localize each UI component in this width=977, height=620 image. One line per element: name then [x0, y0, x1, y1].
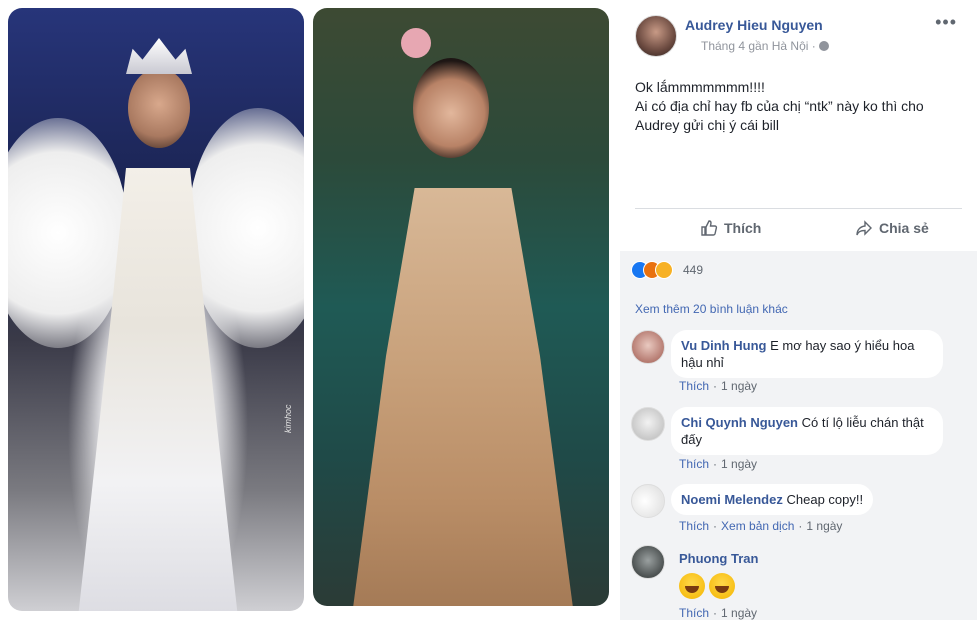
comment-like-link[interactable]: Thích	[679, 457, 709, 471]
laughing-emoji-icon	[709, 573, 735, 599]
comment-actions: Thích · 1 ngày	[679, 379, 758, 393]
comment-like-link[interactable]: Thích	[679, 519, 709, 533]
comment-time[interactable]: 1 ngày	[721, 606, 757, 620]
see-translation-link[interactable]: Xem bản dịch	[721, 519, 794, 533]
commenter-name[interactable]: Chi Quynh Nguyen	[681, 415, 798, 430]
commenter-avatar[interactable]	[631, 545, 665, 579]
hair-flower	[401, 28, 431, 58]
photo-area: kimhoc	[0, 0, 620, 620]
comment-like-link[interactable]: Thích	[679, 379, 709, 393]
comment-bubble: Vu Dinh Hung E mơ hay sao ý hiểu hoa hậu…	[671, 330, 943, 378]
more-options-icon[interactable]: •••	[935, 12, 957, 33]
emoji-reply	[679, 573, 739, 604]
comment-bubble: Chi Quynh Nguyen Có tí lộ liễu chán thật…	[671, 407, 943, 455]
like-button[interactable]: Thích	[700, 219, 761, 237]
comment-actions: Thích · Xem bản dịch · 1 ngày	[679, 519, 843, 533]
comment-like-link[interactable]: Thích	[679, 606, 709, 620]
view-more-comments-link[interactable]: Xem thêm 20 bình luận khác	[635, 302, 788, 316]
photo-right[interactable]	[313, 8, 609, 606]
commenter-avatar[interactable]	[631, 484, 665, 518]
share-label: Chia sẻ	[879, 220, 929, 236]
like-label: Thích	[724, 220, 762, 236]
comment-time[interactable]: 1 ngày	[721, 457, 757, 471]
crown	[126, 38, 192, 74]
wing-right	[188, 108, 304, 348]
author-avatar[interactable]	[635, 15, 677, 57]
post-time-location[interactable]: Tháng 4 gần Hà Nội ·	[701, 39, 816, 53]
post-text-line: Ai có địa chỉ hay fb của chị “ntk” này k…	[635, 98, 924, 114]
share-button[interactable]: Chia sẻ	[855, 219, 929, 237]
reaction-count[interactable]: 449	[683, 263, 703, 277]
comments-area: 449 Xem thêm 20 bình luận khác Vu Dinh H…	[620, 251, 977, 620]
thumbs-up-icon	[701, 220, 718, 236]
comment-text: Cheap copy!!	[786, 492, 864, 507]
wing-left	[8, 118, 128, 348]
beige-gown	[353, 188, 573, 606]
commenter-avatar[interactable]	[631, 330, 665, 364]
author-name[interactable]: Audrey Hieu Nguyen	[685, 17, 823, 33]
share-icon	[856, 220, 872, 236]
comment-bubble: Noemi Melendez Cheap copy!!	[671, 484, 874, 515]
comment-time[interactable]: 1 ngày	[721, 379, 757, 393]
model-head-right	[413, 58, 489, 158]
comment-actions: Thích · 1 ngày	[679, 606, 758, 620]
photo-left[interactable]: kimhoc	[8, 8, 304, 611]
comment-header: Phuong Tran	[679, 551, 758, 566]
model-head-left	[128, 68, 190, 148]
post-meta: Tháng 4 gần Hà Nội ·	[701, 39, 829, 53]
commenter-avatar[interactable]	[631, 407, 665, 441]
laughing-emoji-icon	[679, 573, 705, 599]
commenter-name[interactable]: Vu Dinh Hung	[681, 338, 766, 353]
comment-actions: Thích · 1 ngày	[679, 457, 758, 471]
watermark: kimhoc	[283, 404, 293, 433]
wow-reaction-icon	[655, 261, 673, 279]
post-text-line: Ok lắmmmmmmm!!!!	[635, 79, 765, 95]
commenter-name[interactable]: Noemi Melendez	[681, 492, 783, 507]
post-text: Ok lắmmmmmmm!!!! Ai có địa chỉ hay fb củ…	[635, 78, 955, 135]
commenter-name[interactable]: Phuong Tran	[679, 551, 758, 566]
action-bar: Thích Chia sẻ	[635, 208, 962, 252]
post-text-line: Audrey gửi chị ý cái bill	[635, 117, 779, 133]
comment-time[interactable]: 1 ngày	[806, 519, 842, 533]
globe-icon	[818, 41, 829, 51]
post-panel: Audrey Hieu Nguyen Tháng 4 gần Hà Nội · …	[620, 0, 977, 620]
